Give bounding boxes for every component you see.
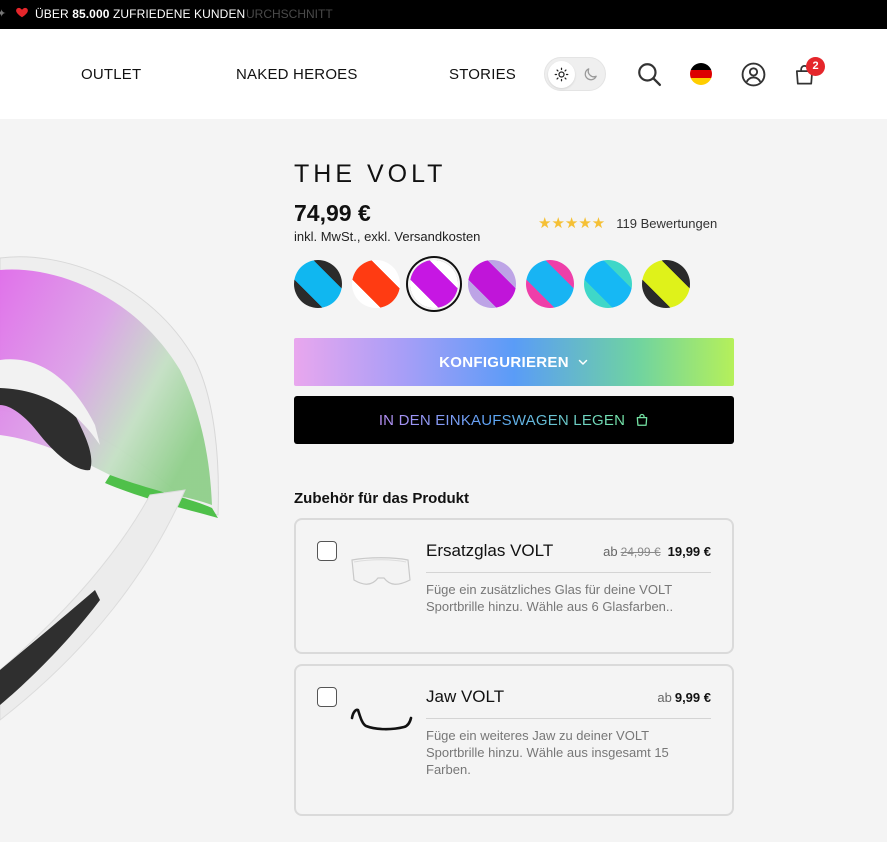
announcement-next-text: URCHSCHNITT (246, 7, 333, 21)
product-image (0, 256, 219, 721)
accessory-name: Jaw VOLT (426, 687, 505, 706)
accessory-description: Füge ein zusätzliches Glas für deine VOL… (426, 582, 674, 614)
price-note: inkl. MwSt., exkl. Versandkosten (294, 229, 481, 244)
chevron-down-icon (578, 359, 588, 365)
germany-flag-icon[interactable] (690, 63, 712, 85)
color-swatch-black-blue[interactable] (294, 260, 342, 308)
nav-outlet[interactable]: OUTLET (81, 66, 141, 83)
product-title: THE VOLT (294, 160, 447, 188)
accessory-checkbox[interactable] (317, 687, 337, 707)
sparkle-icon: ✦ (0, 8, 7, 20)
heart-icon (16, 7, 28, 18)
accessory-sale-price: 9,99 € (674, 690, 711, 705)
color-swatch-pink-blue[interactable] (526, 260, 574, 308)
color-swatch-lilac-purple[interactable] (468, 260, 516, 308)
replacement-lens-thumbnail (351, 557, 411, 585)
nav-stories[interactable]: STORIES (449, 66, 516, 83)
add-to-cart-button[interactable]: IN DEN EINKAUFSWAGEN LEGEN (294, 396, 734, 444)
accessory-checkbox[interactable] (317, 541, 337, 561)
color-swatch-white-red[interactable] (352, 260, 400, 308)
divider (426, 572, 711, 573)
product-price: 74,99 € (294, 200, 371, 226)
accessory-card-lens[interactable]: Ersatzglas VOLT ab 24,99 €19,99 € Füge ei… (294, 518, 734, 654)
accessory-name: Ersatzglas VOLT (426, 541, 554, 560)
accessory-price: ab 24,99 €19,99 € (603, 544, 711, 559)
color-swatch-black-lime[interactable] (642, 260, 690, 308)
search-icon[interactable] (636, 61, 662, 87)
configure-button[interactable]: KONFIGURIEREN (294, 338, 734, 386)
accessory-card-jaw[interactable]: Jaw VOLT ab 9,99 € Füge ein weiteres Jaw … (294, 664, 734, 816)
rating-stars: ★★★★★ (538, 215, 606, 232)
site-header: OUTLET NAKED HEROES STORIES 2 (0, 29, 887, 119)
add-to-cart-label: IN DEN EINKAUFSWAGEN LEGEN (378, 411, 626, 429)
announcement-bar: ✦ ÜBER 85.000 ZUFRIEDENE KUNDEN URCHSCHN… (0, 0, 887, 29)
jaw-part-thumbnail (350, 708, 413, 731)
announcement-text: ÜBER 85.000 ZUFRIEDENE KUNDEN (35, 7, 246, 21)
divider (426, 718, 711, 719)
theme-toggle[interactable] (544, 57, 606, 91)
accessory-price: ab 9,99 € (657, 690, 711, 705)
product-rating[interactable]: ★★★★★ 119 Bewertungen (538, 214, 717, 232)
accessory-sale-price: 19,99 € (667, 544, 711, 559)
moon-icon (584, 68, 597, 81)
accessories-heading: Zubehör für das Produkt (294, 490, 470, 507)
accessory-old-price: 24,99 € (620, 545, 661, 559)
color-swatch-teal-blue[interactable] (584, 260, 632, 308)
review-count: 119 Bewertungen (616, 215, 718, 231)
nav-naked-heroes[interactable]: NAKED HEROES (236, 66, 358, 83)
accessory-description: Füge ein weiteres Jaw zu deiner VOLT Spo… (426, 728, 669, 777)
shopping-bag-icon (636, 413, 648, 426)
sun-icon (554, 67, 569, 82)
cart-count-badge: 2 (806, 57, 825, 76)
account-icon[interactable] (741, 62, 766, 87)
configure-button-label: KONFIGURIEREN (439, 353, 569, 371)
color-swatch-white-purple[interactable] (410, 260, 458, 308)
